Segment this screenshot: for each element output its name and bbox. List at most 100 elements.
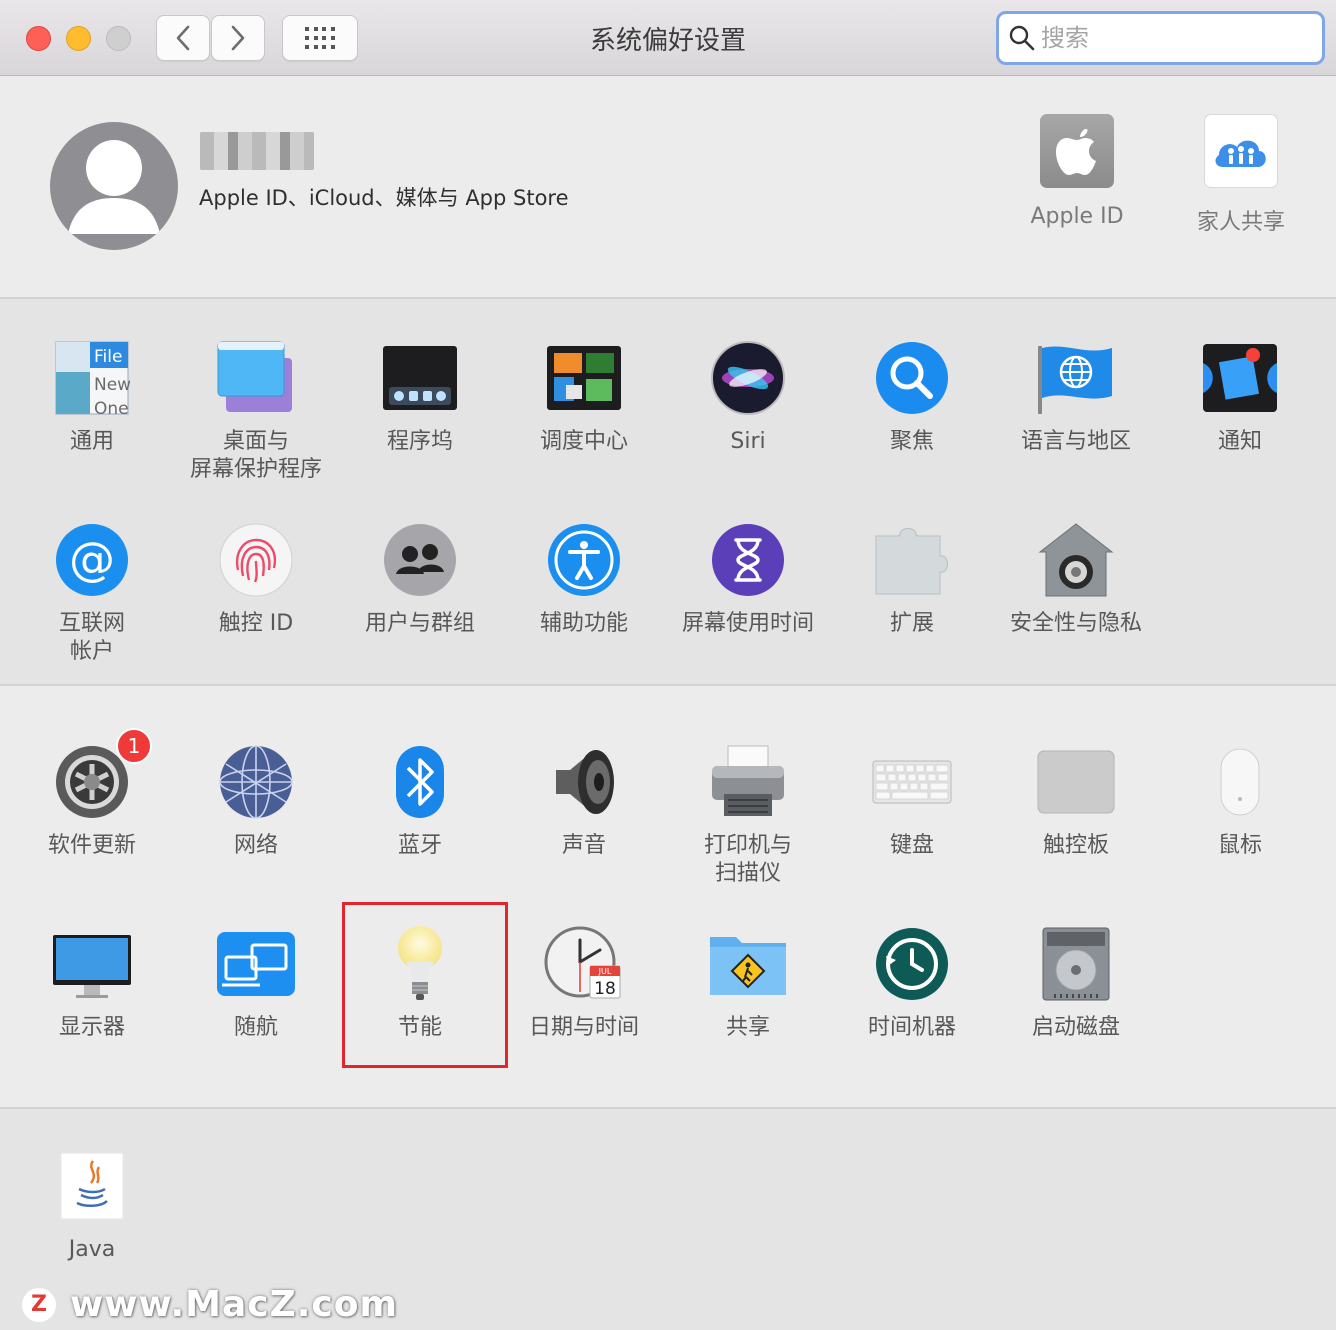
pane-label: 安全性与隐私 xyxy=(1009,611,1142,636)
apple-id-label: Apple ID xyxy=(1030,204,1124,229)
family-sharing-icon xyxy=(1204,114,1278,188)
pane-label: 调度中心 xyxy=(539,429,628,454)
pane-network[interactable]: 网络 xyxy=(174,742,338,860)
users-groups-icon xyxy=(380,520,460,600)
pane-screen-time[interactable]: 屏幕使用时间 xyxy=(666,520,830,638)
highlight-box xyxy=(342,902,508,1068)
touch-id-icon xyxy=(216,520,296,600)
pane-desktop-screensaver[interactable]: 桌面与 屏幕保护程序 xyxy=(174,338,338,484)
svg-text:One: One xyxy=(94,399,129,416)
family-sharing-label: 家人共享 xyxy=(1196,210,1285,235)
pane-label: 共享 xyxy=(725,1015,770,1040)
pane-label: 日期与时间 xyxy=(528,1015,639,1040)
watermark-logo-icon: Z xyxy=(22,1287,56,1322)
apple-id-pane[interactable]: Apple ID xyxy=(1002,114,1152,229)
pane-touch-id[interactable]: 触控 ID xyxy=(174,520,338,638)
update-badge: 1 xyxy=(116,728,152,764)
pane-software-update[interactable]: 1 软件更新 xyxy=(10,728,174,860)
language-region-icon xyxy=(1036,338,1116,418)
date-time-icon: JUL 18 xyxy=(544,924,624,1004)
security-privacy-icon xyxy=(1036,520,1116,600)
pane-label: 用户与群组 xyxy=(364,611,475,636)
family-sharing-pane[interactable]: 家人共享 xyxy=(1166,114,1316,236)
notifications-icon xyxy=(1200,338,1280,418)
account-subtitle[interactable]: Apple ID、iCloud、媒体与 App Store xyxy=(199,182,569,212)
user-avatar[interactable] xyxy=(50,122,178,250)
siri-icon xyxy=(708,338,788,418)
pane-label: 屏幕使用时间 xyxy=(681,611,814,636)
pane-bluetooth[interactable]: 蓝牙 xyxy=(338,742,502,860)
pane-label: 鼠标 xyxy=(1217,833,1262,858)
sharing-icon xyxy=(708,924,788,1004)
pane-date-time[interactable]: JUL 18 日期与时间 xyxy=(502,924,666,1042)
pane-keyboard[interactable]: 键盘 xyxy=(830,742,994,860)
pane-displays[interactable]: 显示器 xyxy=(10,924,174,1042)
pane-spotlight[interactable]: 聚焦 xyxy=(830,338,994,456)
printers-scanners-icon xyxy=(708,742,788,822)
pane-mission-control[interactable]: 调度中心 xyxy=(502,338,666,456)
pane-startup-disk[interactable]: 启动磁盘 xyxy=(994,924,1158,1042)
pane-java[interactable]: Java xyxy=(10,1146,174,1264)
pane-dock[interactable]: 程序坞 xyxy=(338,338,502,456)
pane-time-machine[interactable]: 时间机器 xyxy=(830,924,994,1042)
extensions-icon xyxy=(872,520,952,600)
pane-label: 触控 ID xyxy=(218,611,294,636)
pane-label: 触控板 xyxy=(1042,833,1109,858)
pane-label: 声音 xyxy=(561,833,606,858)
pane-label: 桌面与 屏幕保护程序 xyxy=(189,429,322,482)
watermark-text: www.MacZ.com xyxy=(70,1284,398,1325)
pane-notifications[interactable]: 通知 xyxy=(1158,338,1322,456)
pane-label: 蓝牙 xyxy=(397,833,442,858)
svg-text:New: New xyxy=(94,375,130,395)
pane-mouse[interactable]: 鼠标 xyxy=(1158,742,1322,860)
spotlight-icon xyxy=(872,338,952,418)
pane-sharing[interactable]: 共享 xyxy=(666,924,830,1042)
screen-time-icon xyxy=(708,520,788,600)
pane-label: 扩展 xyxy=(889,611,934,636)
startup-disk-icon xyxy=(1036,924,1116,1004)
person-icon xyxy=(68,140,160,234)
pane-label: 语言与地区 xyxy=(1020,429,1131,454)
pane-internet-accounts[interactable]: @ 互联网 帐户 xyxy=(10,520,174,666)
pane-users-groups[interactable]: 用户与群组 xyxy=(338,520,502,638)
mouse-icon xyxy=(1200,742,1280,822)
displays-icon xyxy=(52,924,132,1004)
pane-label: 软件更新 xyxy=(47,833,136,858)
pane-label: 时间机器 xyxy=(867,1015,956,1040)
account-section: Apple ID、iCloud、媒体与 App Store Apple ID 家… xyxy=(0,76,1336,298)
sidecar-icon xyxy=(216,924,296,1004)
pane-label: 键盘 xyxy=(889,833,934,858)
search-icon xyxy=(1009,25,1035,51)
keyboard-icon xyxy=(872,742,952,822)
network-icon xyxy=(216,742,296,822)
svg-text:18: 18 xyxy=(594,979,616,999)
svg-text:JUL: JUL xyxy=(598,967,612,976)
accessibility-icon xyxy=(544,520,624,600)
desktop-screensaver-icon xyxy=(216,338,296,418)
pane-sidecar[interactable]: 随航 xyxy=(174,924,338,1042)
pane-sound[interactable]: 声音 xyxy=(502,742,666,860)
pane-printers-scanners[interactable]: 打印机与 扫描仪 xyxy=(666,742,830,888)
pane-label: 通用 xyxy=(69,429,114,454)
pane-label: 聚焦 xyxy=(889,429,934,454)
search-field[interactable] xyxy=(996,11,1325,65)
pane-siri[interactable]: Siri xyxy=(666,338,830,456)
time-machine-icon xyxy=(872,924,952,1004)
software-update-icon: 1 xyxy=(52,728,152,822)
pane-language-region[interactable]: 语言与地区 xyxy=(994,338,1158,456)
pane-label: 通知 xyxy=(1217,429,1262,454)
pane-label: 启动磁盘 xyxy=(1031,1015,1120,1040)
svg-text:@: @ xyxy=(69,532,115,586)
pane-accessibility[interactable]: 辅助功能 xyxy=(502,520,666,638)
pane-general[interactable]: File New One 通用 xyxy=(10,338,174,456)
pane-security-privacy[interactable]: 安全性与隐私 xyxy=(994,520,1158,638)
search-input[interactable] xyxy=(1039,23,1303,53)
pane-label: 互联网 帐户 xyxy=(58,611,125,664)
general-icon: File New One xyxy=(52,338,132,418)
pane-label: 网络 xyxy=(233,833,278,858)
account-name-redacted xyxy=(200,132,314,170)
pane-trackpad[interactable]: 触控板 xyxy=(994,742,1158,860)
pane-extensions[interactable]: 扩展 xyxy=(830,520,994,638)
pane-label: 辅助功能 xyxy=(539,611,628,636)
bluetooth-icon xyxy=(380,742,460,822)
